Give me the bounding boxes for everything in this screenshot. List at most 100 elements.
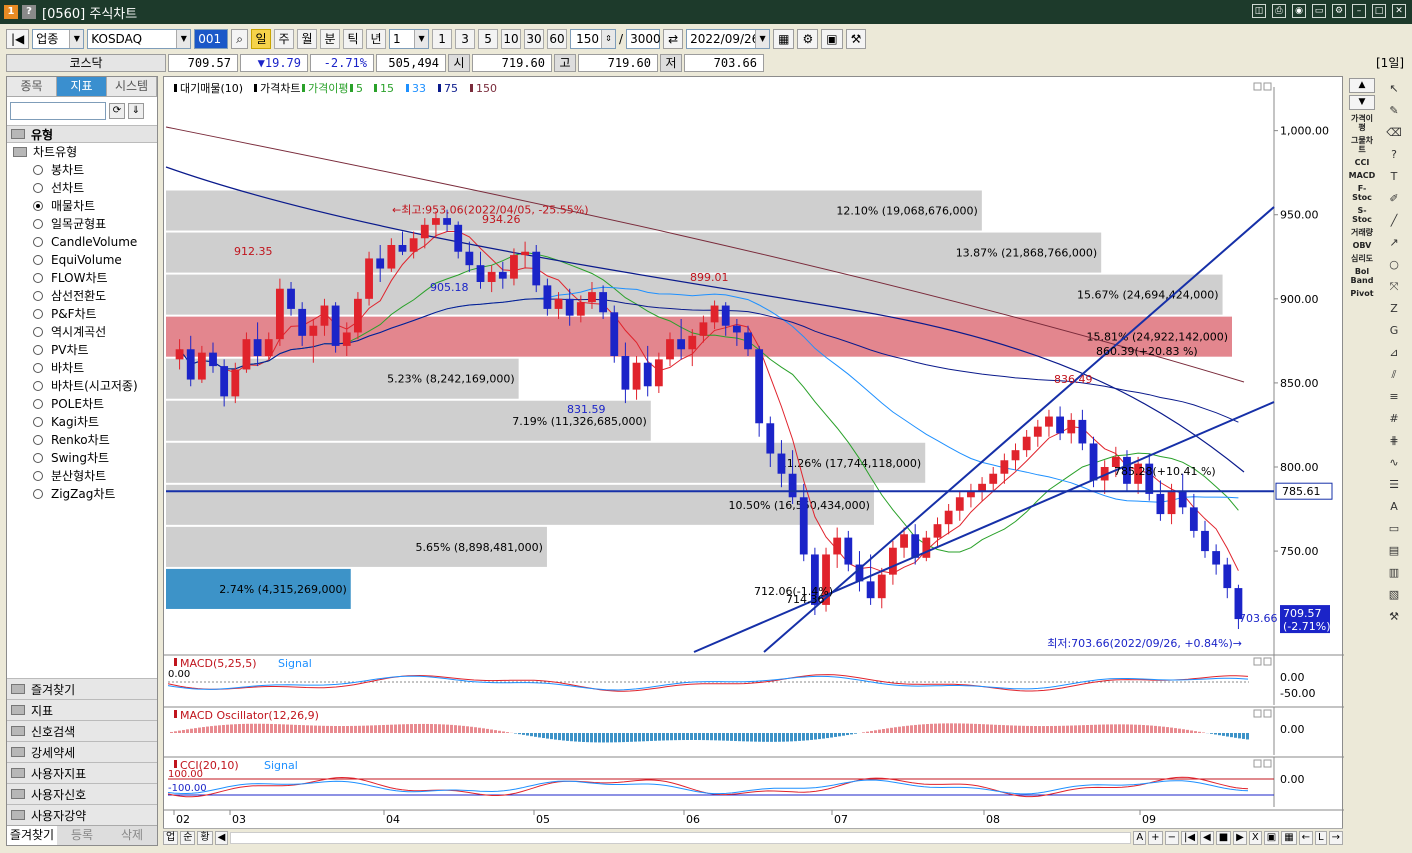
radio-icon[interactable] [33, 165, 43, 175]
radio-icon[interactable] [33, 291, 43, 301]
sidebar-search-input[interactable] [10, 102, 106, 120]
camera-icon[interactable]: ◉ [1292, 4, 1306, 18]
count-select[interactable]: 1 ▼ [389, 29, 430, 49]
radio-icon[interactable] [33, 345, 43, 355]
tools-icon[interactable]: ⚒ [845, 29, 867, 49]
horizontal-scrollbar[interactable] [230, 831, 1132, 844]
radio-icon[interactable] [33, 309, 43, 319]
interval-1[interactable]: 1 [432, 29, 453, 49]
chart-type-option[interactable]: Renko차트 [11, 431, 157, 449]
nav-first-icon[interactable]: |◀ [1180, 830, 1199, 845]
print-icon[interactable]: ⎙ [1272, 4, 1286, 18]
indicator-shortcut[interactable]: 그물차트 [1348, 136, 1376, 154]
chart-type-option[interactable]: ZigZag차트 [11, 485, 157, 503]
grid-icon[interactable]: # [1384, 410, 1404, 428]
chart-type-option[interactable]: 분산형차트 [11, 467, 157, 485]
indicator-shortcut[interactable]: Bol Band [1348, 267, 1376, 285]
chart-settings-icon[interactable]: ▦ [773, 29, 795, 49]
tree-root[interactable]: 차트유형 [11, 143, 157, 161]
period-day[interactable]: 일 [251, 29, 272, 49]
paint-icon[interactable]: ✐ [1384, 190, 1404, 208]
maximize-icon[interactable]: □ [1372, 4, 1386, 18]
period-tick[interactable]: 틱 [343, 29, 364, 49]
sidebar-section[interactable]: 사용자신호 [7, 783, 157, 804]
indicator-shortcut[interactable]: Pivot [1348, 289, 1376, 298]
excel-icon[interactable]: X [1248, 830, 1262, 845]
minimize-icon[interactable]: – [1352, 4, 1366, 18]
scroll-up-icon[interactable]: ▲ [1349, 78, 1375, 93]
chart-type-option[interactable]: 역시계곡선 [11, 323, 157, 341]
wave-icon[interactable]: ∿ [1384, 454, 1404, 472]
search-icon[interactable]: ⌕ [231, 29, 249, 49]
pan-left-icon[interactable]: ← [1298, 830, 1314, 845]
radio-icon[interactable] [33, 417, 43, 427]
bottom-tab-2[interactable]: 순 [180, 830, 196, 845]
sidebar-bottom-tab[interactable]: 즐겨찾기 [7, 826, 57, 845]
radio-icon[interactable] [33, 273, 43, 283]
radio-icon[interactable] [33, 237, 43, 247]
line-icon[interactable]: ╱ [1384, 212, 1404, 230]
indicator-shortcut[interactable]: 심리도 [1348, 254, 1376, 263]
sidebar-bottom-tab[interactable]: 삭제 [107, 826, 157, 845]
indicator-shortcut[interactable]: 거래량 [1348, 228, 1376, 237]
chart-type-option[interactable]: P&F차트 [11, 305, 157, 323]
minimize-tray-icon[interactable]: ▭ [1312, 4, 1326, 18]
chart-type-option[interactable]: FLOW차트 [11, 269, 157, 287]
line-tool-icon[interactable]: L [1315, 830, 1327, 845]
chart-type-option[interactable]: Kagi차트 [11, 413, 157, 431]
tab-stock[interactable]: 종목 [7, 77, 57, 96]
radio-icon[interactable] [33, 471, 43, 481]
radio-icon[interactable] [33, 381, 43, 391]
radio-icon[interactable] [33, 399, 43, 409]
image-icon[interactable]: ▭ [1384, 520, 1404, 538]
bottom-tab-3[interactable]: 황 [197, 830, 213, 845]
cursor-icon[interactable]: ↖ [1384, 80, 1404, 98]
period-week[interactable]: 주 [274, 29, 295, 49]
interval-3[interactable]: 3 [455, 29, 476, 49]
cross-icon[interactable]: ⤧ [1384, 278, 1404, 296]
refresh-icon[interactable]: ⟳ [109, 103, 125, 119]
chart-type-option[interactable]: 봉차트 [11, 161, 157, 179]
layout-icon[interactable]: ▦ [1281, 830, 1297, 845]
help-tool-icon[interactable]: ? [1384, 146, 1404, 164]
sidebar-section[interactable]: 사용자강약 [7, 804, 157, 825]
zoom-out-icon[interactable]: − [1164, 830, 1179, 845]
chart-type-option[interactable]: POLE차트 [11, 395, 157, 413]
pan-right-icon[interactable]: → [1328, 830, 1343, 845]
indicator-shortcut[interactable]: CCI [1348, 158, 1376, 167]
scroll-left-icon[interactable]: ◀ [214, 830, 229, 845]
chart-type-option[interactable]: 선차트 [11, 179, 157, 197]
period-minute[interactable]: 분 [320, 29, 341, 49]
indicator-shortcut[interactable]: 가격이평 [1348, 114, 1376, 132]
save-icon[interactable]: ▣ [821, 29, 843, 49]
help-icon[interactable]: ? [22, 5, 36, 19]
scroll-down-icon[interactable]: ▼ [1349, 95, 1375, 110]
parallel-icon[interactable]: ⫽ [1384, 366, 1404, 384]
date-select[interactable]: 2022/09/26 ▼ [686, 29, 771, 49]
indicator-shortcut[interactable]: OBV [1348, 241, 1376, 250]
radio-icon[interactable] [33, 201, 43, 211]
restore-icon[interactable]: ◫ [1252, 4, 1266, 18]
nav-prev-icon[interactable]: ◀ [1200, 830, 1214, 845]
fan-icon[interactable]: ⊿ [1384, 344, 1404, 362]
tab-indicator[interactable]: 지표 [57, 77, 107, 96]
radio-icon[interactable] [33, 219, 43, 229]
interval-60[interactable]: 60 [547, 29, 568, 49]
sidebar-bottom-tab[interactable]: 등록 [57, 826, 107, 845]
doc-icon[interactable]: ▤ [1384, 542, 1404, 560]
market-type-select[interactable]: 업종 ▼ [32, 29, 85, 49]
sidebar-section[interactable]: 사용자지표 [7, 762, 157, 783]
indicator-shortcut[interactable]: MACD [1348, 171, 1376, 180]
auto-icon[interactable]: A [1384, 498, 1404, 516]
zoom-in-icon[interactable]: + [1148, 830, 1163, 845]
chart-type-option[interactable]: CandleVolume [11, 233, 157, 251]
save-chart-icon[interactable]: ▣ [1263, 830, 1280, 845]
nav-next-icon[interactable]: ▶ [1233, 830, 1247, 845]
chart-type-option[interactable]: 일목균형표 [11, 215, 157, 233]
sidebar-section[interactable]: 즐겨찾기 [7, 678, 157, 699]
zigzag-icon[interactable]: Z [1384, 300, 1404, 318]
market-name-select[interactable]: KOSDAQ ▼ [87, 29, 192, 49]
fibo-icon[interactable]: ≡ [1384, 388, 1404, 406]
chart-type-option[interactable]: 삼선전환도 [11, 287, 157, 305]
gann-icon[interactable]: G [1384, 322, 1404, 340]
